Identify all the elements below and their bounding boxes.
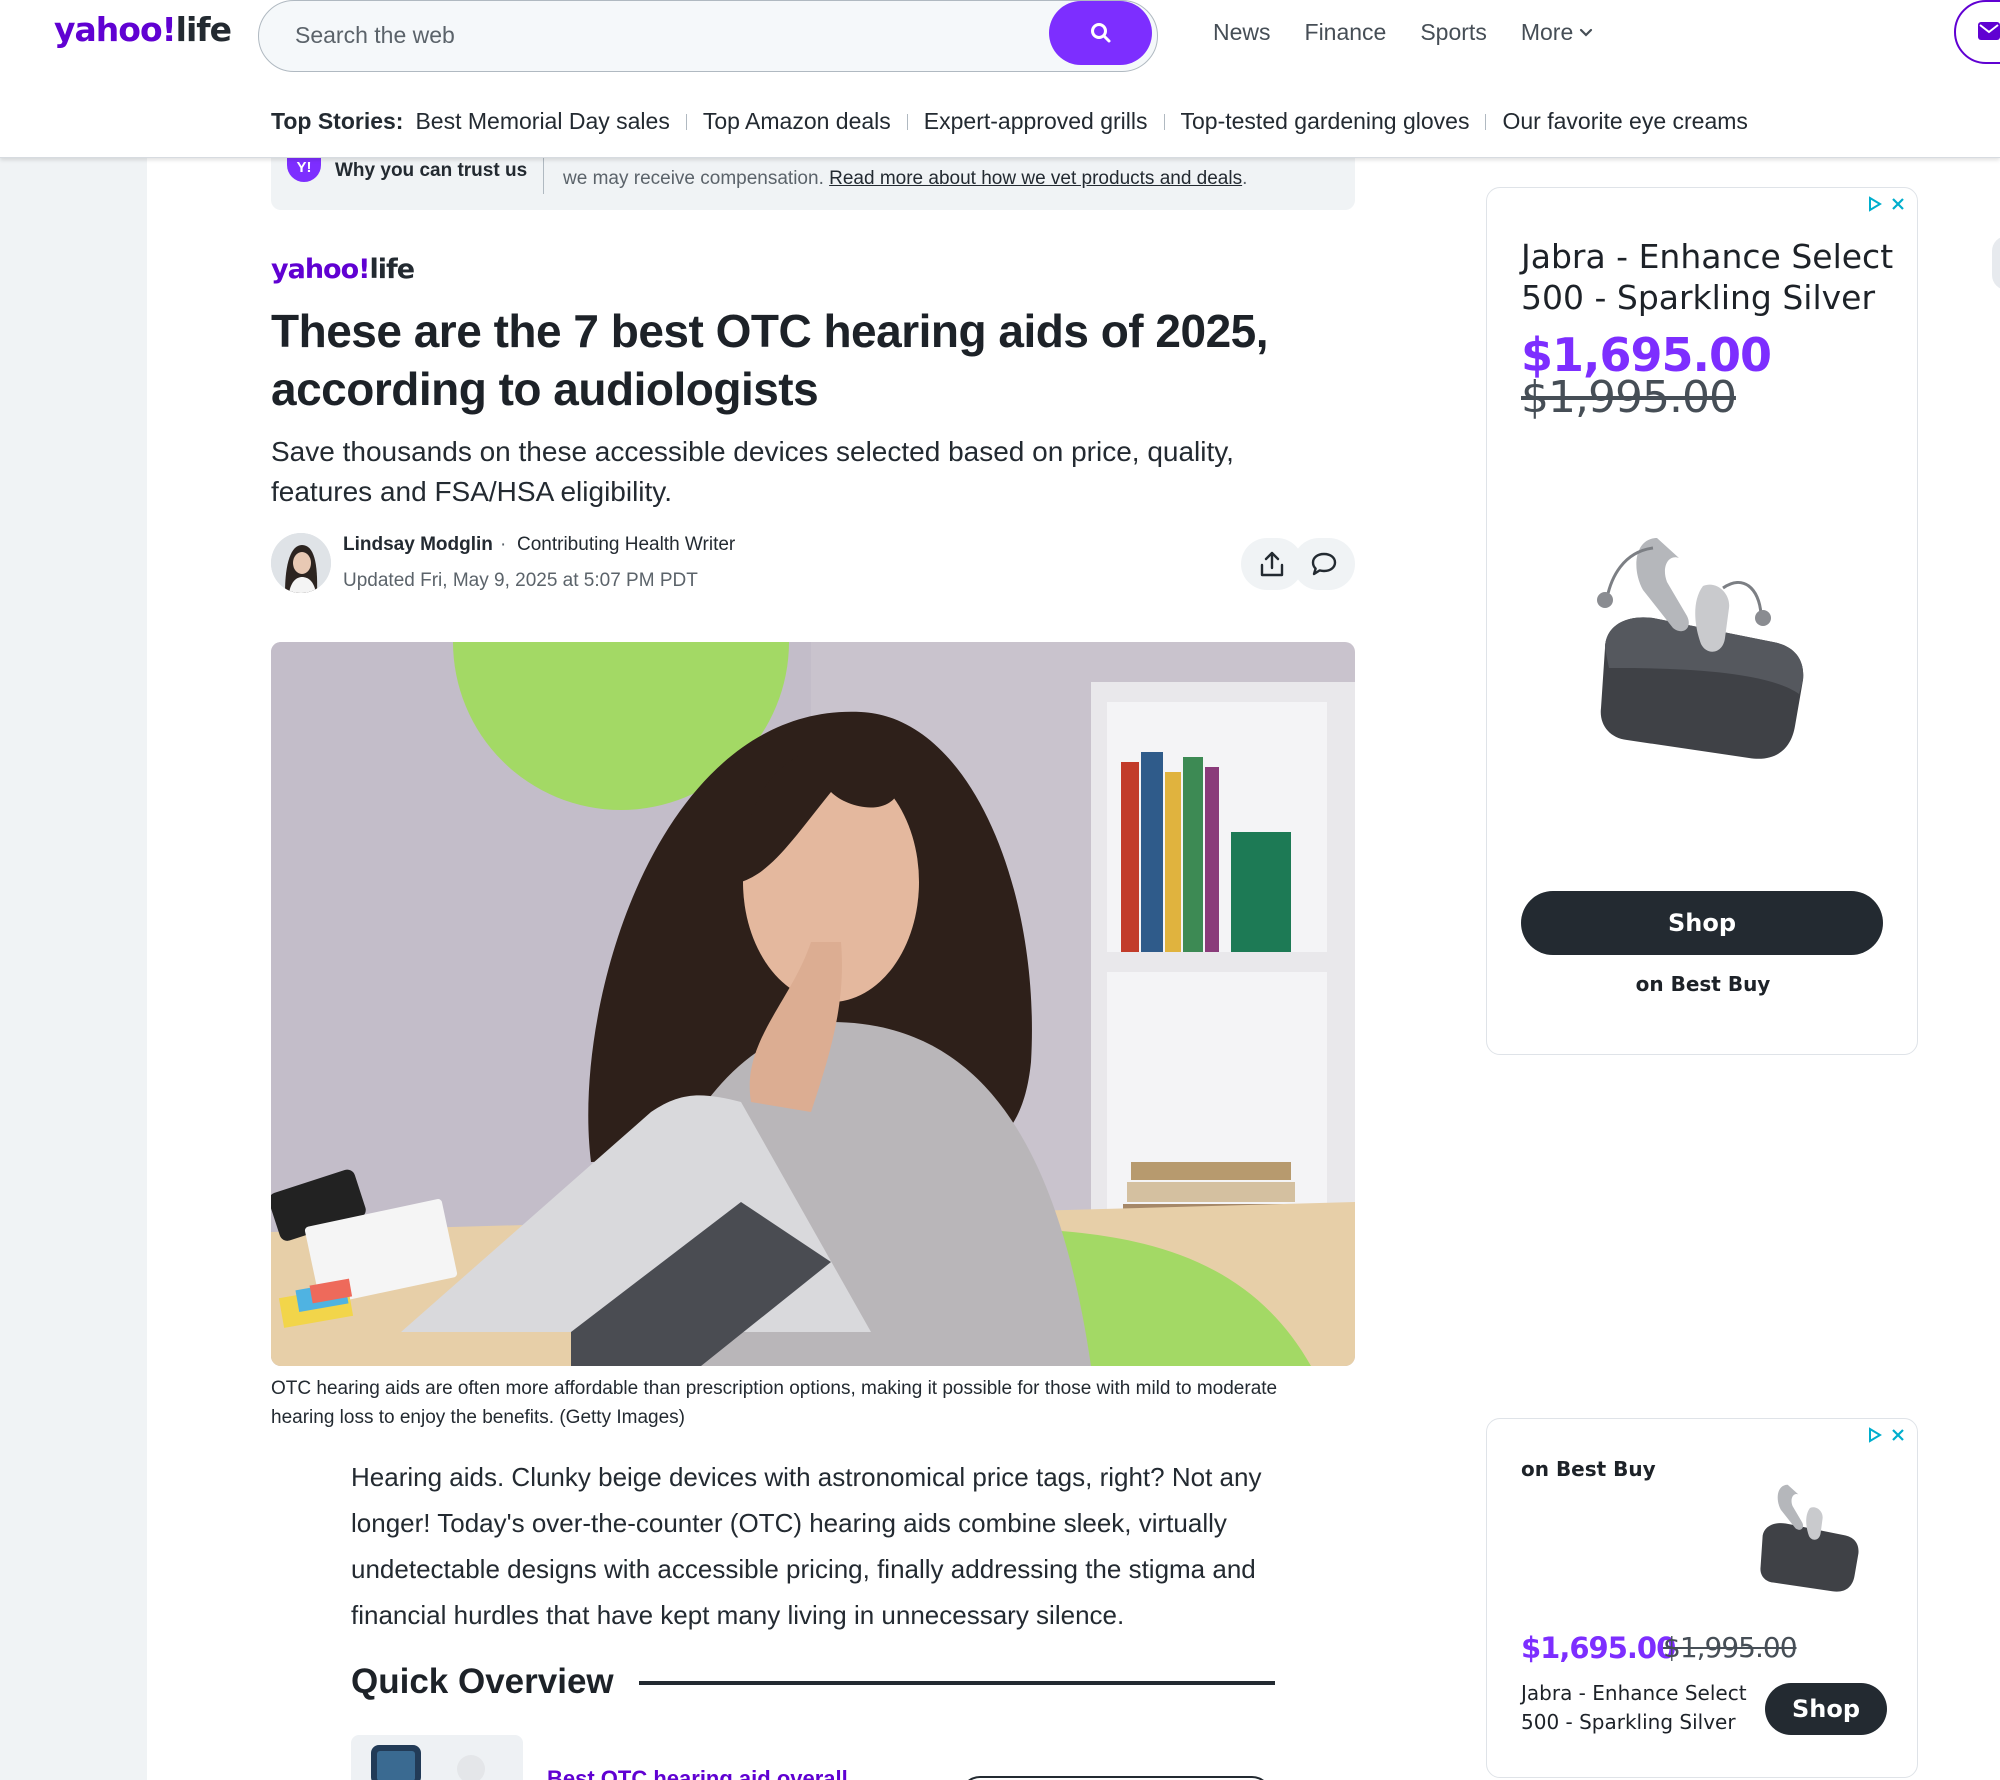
divider: [906, 113, 908, 130]
ad-store-label: on Best Buy: [1635, 972, 1771, 996]
ad-shop-button[interactable]: Shop: [1765, 1683, 1887, 1735]
vet-products-link[interactable]: Read more about how we vet products and …: [829, 168, 1242, 189]
ad-store-label: on Best Buy: [1521, 1457, 1656, 1481]
ad-old-price: $1,995.00: [1663, 1631, 1798, 1664]
divider: [1163, 113, 1165, 130]
share-icon: [1260, 551, 1284, 577]
yahoo-life-logo[interactable]: yahoo!life: [54, 10, 232, 49]
comment-icon: [1311, 552, 1337, 576]
nav-more[interactable]: More: [1521, 19, 1593, 46]
author-avatar[interactable]: [271, 533, 331, 593]
ad-old-price: $1,995.00: [1521, 372, 1737, 423]
trust-text: we may receive compensation. Read more a…: [563, 168, 1248, 189]
author-name[interactable]: Lindsay Modglin: [343, 534, 493, 556]
trust-divider: [543, 158, 544, 194]
heading-rule: [639, 1681, 1275, 1685]
ad-product-title[interactable]: Jabra - Enhance Select 500 - Sparkling S…: [1521, 236, 1901, 318]
top-story-link[interactable]: Top Amazon deals: [703, 108, 891, 135]
divider: [685, 113, 687, 130]
nav-finance[interactable]: Finance: [1305, 19, 1387, 46]
ad-product-title[interactable]: Jabra - Enhance Select 500 - Sparkling S…: [1521, 1679, 1751, 1737]
adchoices-icon[interactable]: [1867, 196, 1883, 212]
top-story-link[interactable]: Our favorite eye creams: [1502, 108, 1747, 135]
author-role: Contributing Health Writer: [517, 534, 736, 555]
close-icon[interactable]: [1891, 1428, 1905, 1442]
top-stories-bar: Top Stories: Best Memorial Day sales Top…: [271, 108, 1748, 135]
search-icon: [1090, 23, 1110, 43]
ad-shop-button[interactable]: Shop: [1521, 891, 1883, 955]
quick-overview-heading: Quick Overview: [351, 1662, 614, 1701]
product-link[interactable]: Best OTC hearing aid overall: [547, 1768, 847, 1780]
article-intro: Hearing aids. Clunky beige devices with …: [351, 1462, 1262, 1630]
top-story-link[interactable]: Top-tested gardening gloves: [1181, 108, 1470, 135]
hero-image: [271, 642, 1355, 1366]
yahoo-life-brand[interactable]: yahoo!life: [271, 254, 415, 285]
article-headline: These are the 7 best OTC hearing aids of…: [271, 305, 1269, 415]
nav-news[interactable]: News: [1213, 19, 1271, 46]
adchoices-icon[interactable]: [1867, 1427, 1883, 1443]
top-story-link[interactable]: Expert-approved grills: [924, 108, 1148, 135]
site-header: yahoo!life News Finance Sports More Top …: [0, 0, 2000, 158]
ad-choices[interactable]: [1867, 196, 1905, 212]
ad-choices[interactable]: [1867, 1427, 1905, 1443]
product-thumbnail[interactable]: [351, 1735, 523, 1780]
divider: [1485, 113, 1487, 130]
trust-banner: Y! Why you can trust us we may receive c…: [271, 158, 1355, 210]
ad-product-image[interactable]: [1749, 1475, 1869, 1599]
mail-icon: [1978, 22, 2000, 40]
nav-sports[interactable]: Sports: [1420, 19, 1486, 46]
sidebar-ad[interactable]: Jabra - Enhance Select 500 - Sparkling S…: [1486, 187, 1918, 1055]
byline-separator: ·: [500, 534, 507, 555]
search-bar: [258, 0, 1158, 72]
image-caption: OTC hearing aids are often more affordab…: [271, 1378, 1278, 1428]
top-story-link[interactable]: Best Memorial Day sales: [415, 108, 669, 135]
top-stories-label: Top Stories:: [271, 108, 404, 134]
close-icon[interactable]: [1891, 197, 1905, 211]
product-shop-button[interactable]: [960, 1776, 1272, 1780]
chevron-down-icon: [1580, 28, 1593, 37]
side-tab[interactable]: [1992, 236, 2000, 290]
comments-button[interactable]: [1293, 538, 1355, 590]
yahoo-badge-icon: Y!: [287, 158, 321, 182]
ad-product-image[interactable]: [1583, 518, 1819, 774]
byline: Lindsay Modglin · Contributing Health Wr…: [271, 530, 1355, 594]
search-input[interactable]: [295, 17, 1035, 53]
updated-timestamp: Updated Fri, May 9, 2025 at 5:07 PM PDT: [343, 570, 698, 591]
ad-price: $1,695.00: [1521, 1631, 1676, 1665]
article-subhead: Save thousands on these accessible devic…: [271, 436, 1234, 507]
search-button[interactable]: [1049, 1, 1152, 65]
main-nav: News Finance Sports More: [1213, 19, 1593, 46]
trust-title[interactable]: Why you can trust us: [335, 160, 527, 182]
sidebar-ad-secondary[interactable]: on Best Buy $1,695.00 $1,995.00 Jabra - …: [1486, 1418, 1918, 1778]
mail-button[interactable]: [1954, 0, 2000, 64]
